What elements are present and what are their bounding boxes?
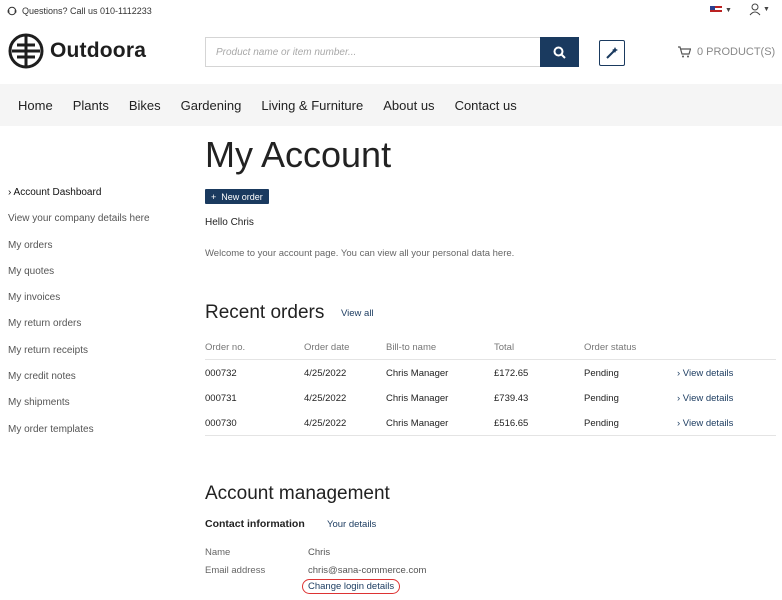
sidebar-item-account-dashboard[interactable]: › Account Dashboard (8, 187, 150, 213)
table-divider (205, 435, 776, 436)
cart-label: 0 PRODUCT(S) (697, 46, 776, 58)
column-header-order-no: Order no. (205, 342, 246, 353)
bill-to-cell: Chris Manager (386, 418, 449, 430)
outdoora-logo-icon (8, 33, 44, 69)
sidebar-item-my-quotes[interactable]: My quotes (8, 266, 150, 292)
order-no-cell: 000730 (205, 418, 237, 430)
view-all-orders-link[interactable]: View all (341, 308, 374, 319)
name-label: Name (205, 547, 231, 558)
recent-orders-table: Order no. Order date Bill-to name Total … (205, 338, 776, 436)
email-value: chris@sana-commerce.com (308, 565, 427, 576)
nav-item-gardening[interactable]: Gardening (181, 98, 242, 113)
sidebar-item-my-orders[interactable]: My orders (8, 240, 150, 266)
nav-item-about-us[interactable]: About us (383, 98, 434, 113)
account-management-heading: Account management (205, 483, 390, 504)
nav-item-plants[interactable]: Plants (73, 98, 109, 113)
nav-item-bikes[interactable]: Bikes (129, 98, 161, 113)
bill-to-cell: Chris Manager (386, 393, 449, 405)
order-no-cell: 000732 (205, 368, 237, 380)
name-value: Chris (308, 547, 331, 558)
search-box (205, 37, 540, 67)
new-order-button[interactable]: + New order (205, 189, 269, 204)
sidebar-item-my-order-templates[interactable]: My order templates (8, 424, 150, 450)
order-date-cell: 4/25/2022 (304, 368, 347, 380)
logo[interactable]: Outdoora (8, 33, 146, 69)
sidebar-item-company-details[interactable]: View your company details here (8, 213, 150, 239)
sidebar-item-my-invoices[interactable]: My invoices (8, 292, 150, 318)
total-cell: £516.65 (494, 418, 529, 430)
contact-information-label: Contact information (205, 518, 305, 530)
nav-item-contact-us[interactable]: Contact us (455, 98, 517, 113)
bill-to-cell: Chris Manager (386, 368, 449, 380)
search-icon (553, 46, 566, 59)
status-cell: Pending (584, 418, 619, 430)
search-input[interactable] (206, 38, 540, 66)
table-row: 000730 4/25/2022 Chris Manager £516.65 P… (205, 410, 776, 435)
status-cell: Pending (584, 368, 619, 380)
total-cell: £739.43 (494, 393, 529, 405)
order-no-cell: 000731 (205, 393, 237, 405)
headset-icon (7, 6, 17, 16)
page-title: My Account (205, 134, 392, 175)
status-cell: Pending (584, 393, 619, 405)
table-row: 000732 4/25/2022 Chris Manager £172.65 P… (205, 360, 776, 385)
new-order-label: New order (221, 191, 263, 202)
recent-orders-heading: Recent orders (205, 302, 325, 323)
quick-order-button[interactable] (599, 40, 625, 66)
greeting: Hello Chris (205, 217, 254, 228)
sidebar-item-my-return-receipts[interactable]: My return receipts (8, 345, 150, 371)
chevron-down-icon: ▼ (763, 6, 770, 13)
cart-summary[interactable]: 0 PRODUCT(S) (678, 46, 775, 58)
column-header-order-status: Order status (584, 342, 637, 353)
nav-item-home[interactable]: Home (18, 98, 53, 113)
us-flag-icon (710, 6, 722, 14)
order-date-cell: 4/25/2022 (304, 418, 347, 430)
sidebar-item-my-return-orders[interactable]: My return orders (8, 318, 150, 344)
magic-wand-icon (606, 47, 618, 59)
column-header-bill-to-name: Bill-to name (386, 342, 437, 353)
account-sidebar: › Account Dashboard View your company de… (8, 187, 150, 450)
questions-text: Questions? Call us 010-1112233 (22, 6, 152, 16)
sidebar-item-my-shipments[interactable]: My shipments (8, 397, 150, 423)
view-details-link[interactable]: › View details (677, 368, 733, 379)
sidebar-item-my-credit-notes[interactable]: My credit notes (8, 371, 150, 397)
main-nav: Home Plants Bikes Gardening Living & Fur… (0, 84, 782, 126)
search-button[interactable] (540, 37, 579, 67)
language-selector[interactable]: ▼ (710, 6, 732, 14)
table-row: 000731 4/25/2022 Chris Manager £739.43 P… (205, 385, 776, 410)
brand-name: Outdoora (50, 39, 147, 62)
column-header-total: Total (494, 342, 515, 353)
view-details-link[interactable]: › View details (677, 393, 733, 404)
account-menu[interactable]: ▼ (749, 3, 770, 16)
user-icon (749, 3, 761, 16)
change-login-details-link[interactable]: Change login details (302, 579, 401, 594)
welcome-text: Welcome to your account page. You can vi… (205, 248, 515, 259)
your-details-link[interactable]: Your details (327, 519, 376, 530)
total-cell: £172.65 (494, 368, 529, 380)
email-label: Email address (205, 565, 266, 576)
chevron-down-icon: ▼ (725, 6, 732, 14)
plus-icon: + (211, 191, 217, 202)
nav-item-living-furniture[interactable]: Living & Furniture (261, 98, 363, 113)
shopping-cart-icon (678, 46, 691, 58)
column-header-order-date: Order date (304, 342, 350, 353)
top-bar: Questions? Call us 010-1112233 ▼ ▼ (0, 0, 782, 24)
order-date-cell: 4/25/2022 (304, 393, 347, 405)
table-header: Order no. Order date Bill-to name Total … (205, 338, 776, 360)
questions-info: Questions? Call us 010-1112233 (7, 6, 152, 16)
view-details-link[interactable]: › View details (677, 418, 733, 429)
